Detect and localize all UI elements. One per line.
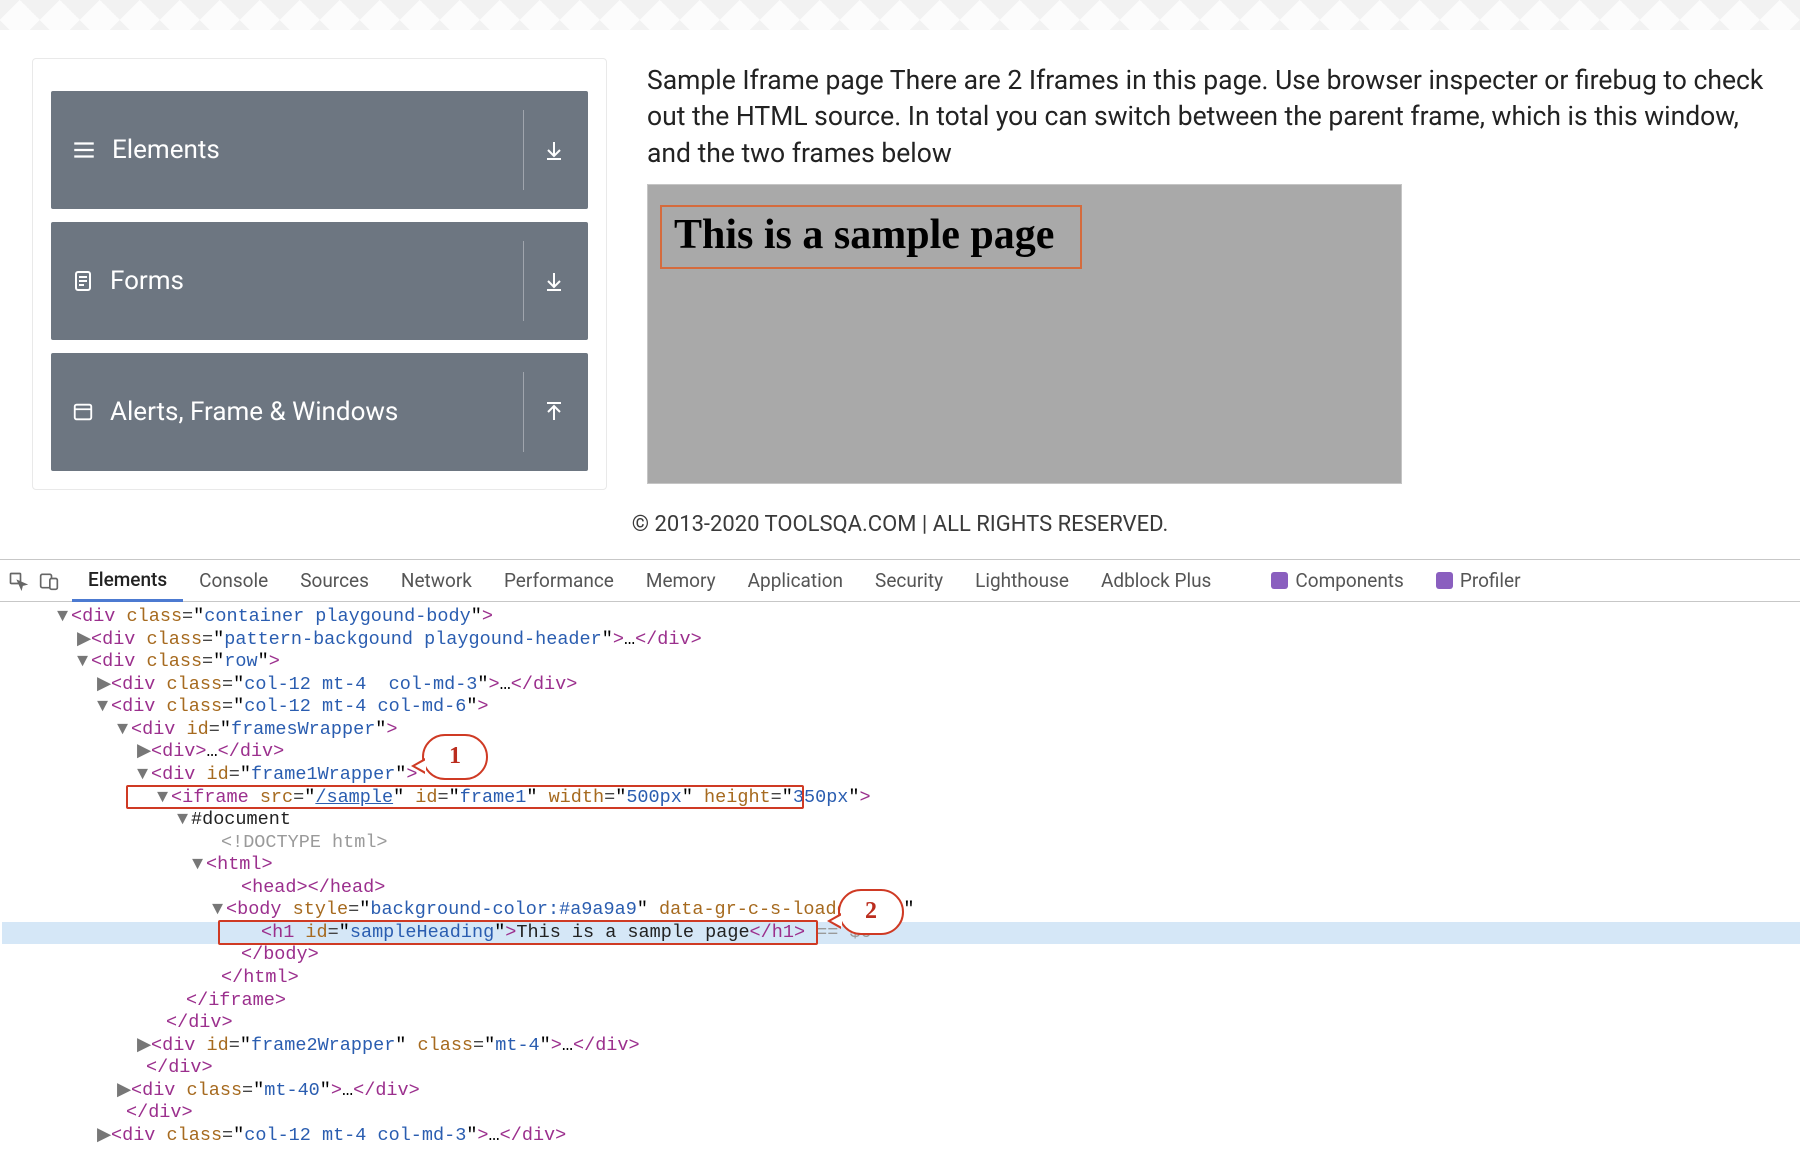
dom-node[interactable]: ▼<div class="row"> xyxy=(2,651,1800,674)
tab-lighthouse[interactable]: Lighthouse xyxy=(959,560,1085,602)
dom-node[interactable]: ▼<div id="frame1Wrapper"> xyxy=(2,764,1800,787)
dom-node[interactable]: </div> xyxy=(2,1012,1800,1035)
sidebar-divider xyxy=(523,241,524,321)
react-ext-icon xyxy=(1271,572,1288,589)
sidebar-item-label: Alerts, Frame & Windows xyxy=(110,397,398,427)
sidebar-item-label: Elements xyxy=(112,135,220,165)
dom-node[interactable]: </html> xyxy=(2,967,1800,990)
devtools-panel: Elements Console Sources Network Perform… xyxy=(0,559,1800,1151)
sidebar-divider xyxy=(523,372,524,452)
dom-node[interactable]: </body> xyxy=(2,944,1800,967)
pattern-header xyxy=(0,0,1800,30)
main-content: Sample Iframe page There are 2 Iframes i… xyxy=(647,58,1780,490)
chevron-down-icon xyxy=(542,269,566,293)
window-icon xyxy=(71,401,95,423)
tab-sources[interactable]: Sources xyxy=(284,560,385,602)
page-body: Elements Forms Alerts, Frame & Windows xyxy=(0,30,1800,490)
dom-node[interactable]: ▼#document xyxy=(2,809,1800,832)
iframe-heading: This is a sample page xyxy=(674,211,1054,259)
dom-node[interactable]: <head></head> xyxy=(2,877,1800,900)
page-description: Sample Iframe page There are 2 Iframes i… xyxy=(647,63,1780,172)
highlight-box-heading: This is a sample page xyxy=(660,205,1082,269)
dom-node[interactable]: <!DOCTYPE html> xyxy=(2,832,1800,855)
dom-node[interactable]: <h1 id="sampleHeading">This is a sample … xyxy=(2,922,1800,945)
sidebar-item-elements[interactable]: Elements xyxy=(51,91,588,209)
footer-text: © 2013-2020 TOOLSQA.COM | ALL RIGHTS RES… xyxy=(0,490,1800,559)
dom-node[interactable]: ▼<div id="framesWrapper"> xyxy=(2,719,1800,742)
device-toggle-icon[interactable] xyxy=(38,571,60,591)
dom-node[interactable]: ▼<div class="container playgound-body"> xyxy=(2,606,1800,629)
tab-elements[interactable]: Elements xyxy=(72,560,183,602)
dom-node[interactable]: ▶<div class="mt-40">…</div> xyxy=(2,1080,1800,1103)
tab-memory[interactable]: Memory xyxy=(630,560,732,602)
dom-node[interactable]: ▶<div class="col-12 mt-4 col-md-3">…</di… xyxy=(2,1125,1800,1148)
tab-adblock-plus[interactable]: Adblock Plus xyxy=(1085,560,1227,602)
devtools-tabbar: Elements Console Sources Network Perform… xyxy=(0,560,1800,602)
sidebar: Elements Forms Alerts, Frame & Windows xyxy=(32,58,607,490)
menu-icon xyxy=(71,137,97,163)
clipboard-icon xyxy=(71,268,95,294)
annotation-callout: 2 xyxy=(838,889,904,935)
tab-application[interactable]: Application xyxy=(732,560,859,602)
dom-node[interactable]: ▼<iframe src="/sample" id="frame1" width… xyxy=(2,787,1800,810)
tab-console[interactable]: Console xyxy=(183,560,284,602)
react-ext-icon xyxy=(1436,572,1453,589)
tab-network[interactable]: Network xyxy=(385,560,488,602)
sidebar-item-label: Forms xyxy=(110,266,184,296)
tab-profiler[interactable]: Profiler xyxy=(1420,560,1537,602)
tab-performance[interactable]: Performance xyxy=(488,560,630,602)
dom-node[interactable]: </div> xyxy=(2,1057,1800,1080)
iframe-frame1[interactable]: This is a sample page xyxy=(647,184,1402,484)
inspect-icon[interactable] xyxy=(8,571,28,591)
dom-node[interactable]: ▶<div>…</div> xyxy=(2,741,1800,764)
dom-node[interactable]: ▼<html> xyxy=(2,854,1800,877)
sidebar-divider xyxy=(523,110,524,190)
annotation-callout: 1 xyxy=(422,734,488,780)
chevron-down-icon xyxy=(542,138,566,162)
dom-node[interactable]: ▶<div class="col-12 mt-4 col-md-3">…</di… xyxy=(2,674,1800,697)
dom-node[interactable]: ▶<div class="pattern-backgound playgound… xyxy=(2,629,1800,652)
chevron-up-icon xyxy=(542,400,566,424)
sidebar-item-alerts-frame-windows[interactable]: Alerts, Frame & Windows xyxy=(51,353,588,471)
dom-node[interactable]: </div> xyxy=(2,1102,1800,1125)
sidebar-item-forms[interactable]: Forms xyxy=(51,222,588,340)
dom-node[interactable]: ▼<div class="col-12 mt-4 col-md-6"> xyxy=(2,696,1800,719)
dom-node[interactable]: ▶<div id="frame2Wrapper" class="mt-4">…<… xyxy=(2,1035,1800,1058)
tab-security[interactable]: Security xyxy=(859,560,959,602)
dom-tree[interactable]: ▼<div class="container playgound-body">▶… xyxy=(0,602,1800,1148)
tab-components[interactable]: Components xyxy=(1255,560,1419,602)
dom-node[interactable]: </iframe> xyxy=(2,990,1800,1013)
